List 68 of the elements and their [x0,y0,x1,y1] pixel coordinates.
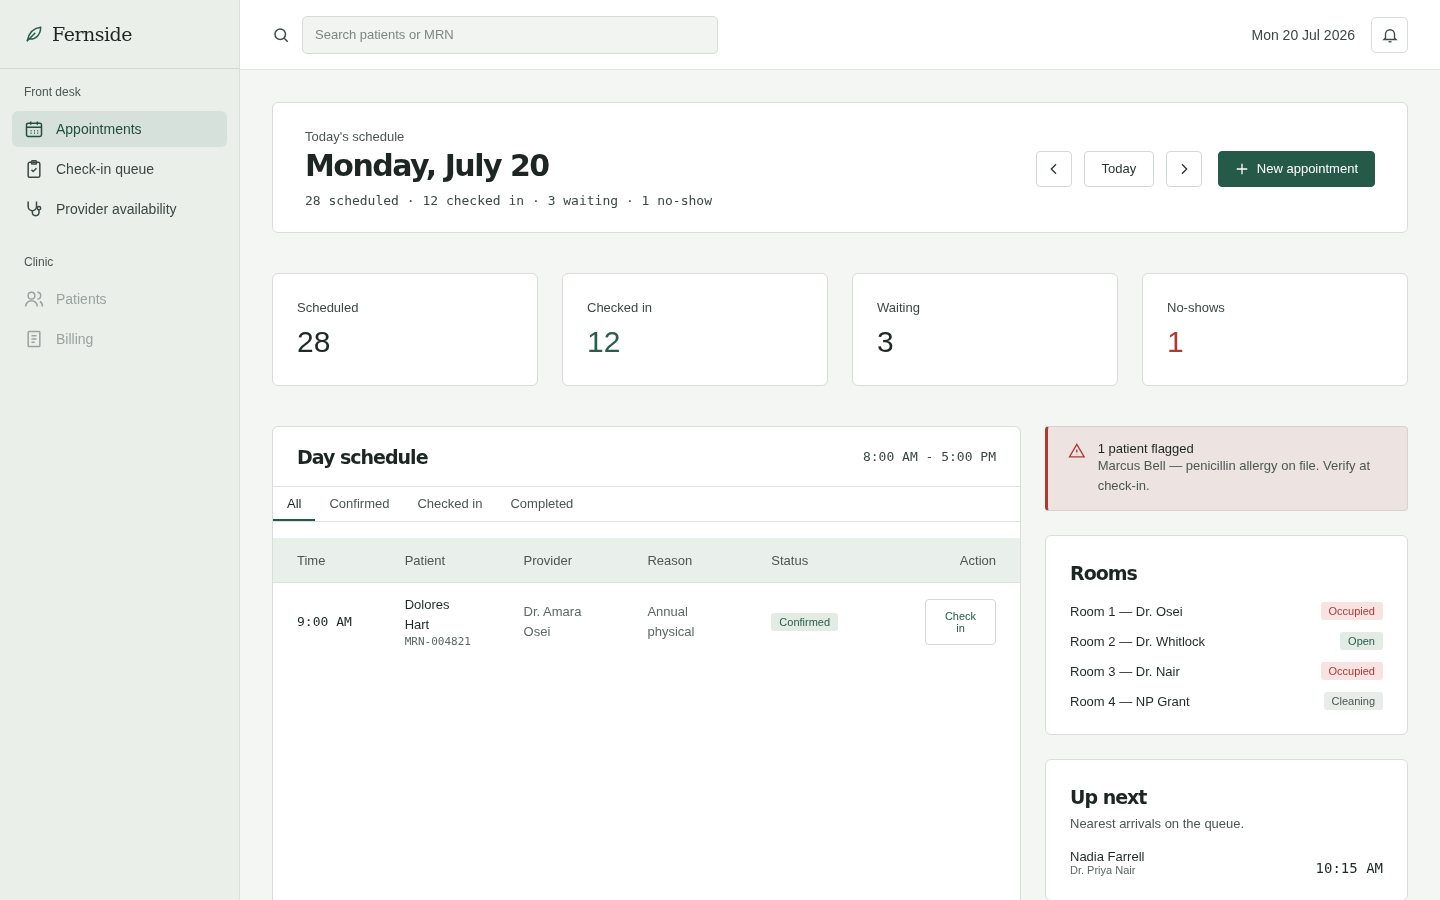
search-icon [272,25,290,44]
room-status-badge: Occupied [1320,662,1383,680]
stat-label: Scheduled [297,300,360,315]
eyebrow-label: Today's schedule [305,129,406,144]
reason-cell-text: Annual physical [647,602,696,641]
column-header: Patient [392,538,512,583]
room-name: Room 3 — Dr. Nair [1070,663,1180,679]
column-header: Provider [511,538,636,583]
next-day-button[interactable] [1165,150,1202,187]
hours-label: 8:00 AM - 5:00 PM [862,449,996,464]
stat-label: Waiting [877,300,921,315]
column-header: Time [273,538,393,583]
date-label: Mon 20 Jul 2026 [1251,26,1355,43]
stat-value: 1 [1167,325,1185,359]
time-cell: 9:00 AM [297,614,352,629]
alert-message: Marcus Bell — penicillin allergy on file. Verify at check-in. [1097,457,1372,495]
section-heading: Clinic [23,255,55,271]
previous-day-button[interactable] [1035,150,1072,187]
today-button[interactable]: Today [1083,150,1154,187]
room-name: Room 1 — Dr. Osei [1070,603,1183,619]
panel-title: Day schedule [297,445,428,468]
alert-title: 1 patient flagged [1097,441,1195,456]
check-in-button[interactable]: Check in [925,598,996,645]
stat-value: 28 [297,325,332,359]
column-header: Status [759,538,879,583]
brand-name: Fernside [52,23,132,45]
summary-text: 28 scheduled · 12 checked in · 3 waiting · 1 no-show [305,193,712,208]
room-status-badge: Open [1340,632,1383,650]
stat-value: 3 [877,325,895,359]
new-appointment-button[interactable]: New appointment [1217,150,1375,187]
people-icon [24,289,44,309]
room-status-badge: Cleaning [1323,692,1383,710]
column-header: Reason [635,538,760,583]
provider-cell-text: Dr. Amara Osei [523,602,583,641]
stat-value: 12 [587,325,622,359]
clipboard-icon [24,159,44,179]
nav-item[interactable]: Check-in queue [12,151,227,187]
patient-name: Dolores Hart [404,596,451,634]
panel-title: Rooms [1070,562,1138,584]
room-name: Room 4 — NP Grant [1070,693,1190,709]
room-status-badge: Occupied [1320,602,1383,620]
filter-tab[interactable]: Checked in [403,487,497,521]
nav-item[interactable]: Provider availability [12,191,227,227]
filter-tab[interactable]: Completed [496,487,588,521]
room-name: Room 2 — Dr. Whitlock [1070,633,1206,649]
leaf-icon [24,24,44,44]
filter-tab[interactable]: Confirmed [315,487,404,521]
panel-subtitle: Nearest arrivals on the queue. [1070,816,1246,831]
column-header: Action [878,538,1020,583]
mrn-label: MRN-004821 [404,635,472,648]
arrival-time: 10:15 AM [1315,860,1383,876]
status-badge: Confirmed [771,612,839,631]
notifications-button[interactable] [1371,16,1408,53]
plus-icon [1234,161,1249,176]
warning-icon [1068,441,1086,461]
search-field[interactable]: Search patients or MRN [302,15,718,54]
section-heading: Front desk [23,85,82,101]
panel-title: Up next [1070,786,1148,808]
filter-tab[interactable]: All [273,487,316,521]
document-icon [24,329,44,349]
nav-item[interactable]: Appointments [12,111,227,147]
page-title: Monday, July 20 [305,148,550,183]
stat-label: No-shows [1167,300,1226,315]
stat-label: Checked in [587,300,654,315]
provider-name: Dr. Priya Nair [1070,864,1137,876]
patient-name: Nadia Farrell [1070,849,1145,864]
calendar-icon [24,119,44,139]
stethoscope-icon [24,199,44,219]
